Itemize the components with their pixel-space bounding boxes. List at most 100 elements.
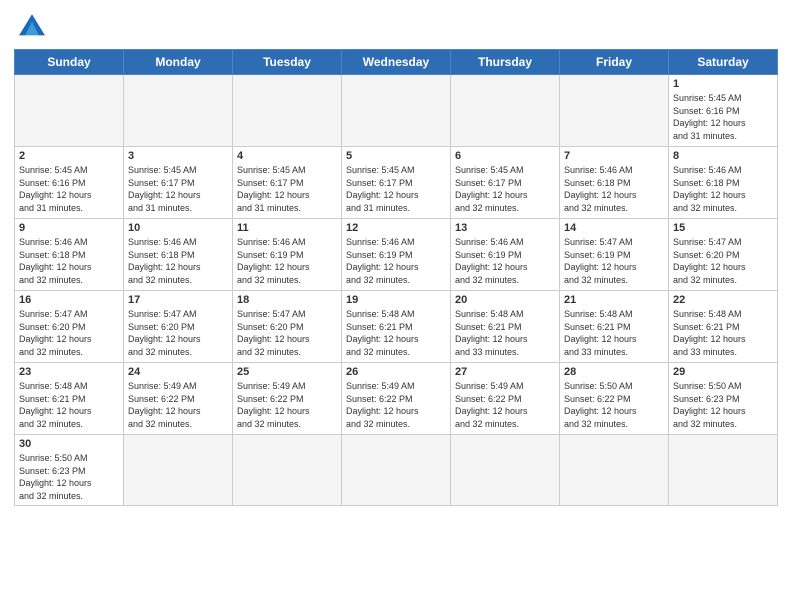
day-info: Sunrise: 5:50 AMSunset: 6:22 PMDaylight:… xyxy=(564,380,664,430)
day-info: Sunrise: 5:46 AMSunset: 6:18 PMDaylight:… xyxy=(128,236,228,286)
day-number: 27 xyxy=(455,366,555,378)
day-number: 17 xyxy=(128,294,228,306)
day-number: 10 xyxy=(128,222,228,234)
day-info: Sunrise: 5:46 AMSunset: 6:19 PMDaylight:… xyxy=(237,236,337,286)
day-info: Sunrise: 5:46 AMSunset: 6:18 PMDaylight:… xyxy=(19,236,119,286)
calendar-cell: 27 Sunrise: 5:49 AMSunset: 6:22 PMDayligh… xyxy=(451,363,560,435)
calendar-cell: 10 Sunrise: 5:46 AMSunset: 6:18 PMDayligh… xyxy=(124,219,233,291)
calendar-cell: 15Sunrise: 5:47 AMSunset: 6:20 PMDayligh… xyxy=(669,219,778,291)
col-header-monday: Monday xyxy=(124,50,233,75)
day-info: Sunrise: 5:45 AMSunset: 6:16 PMDaylight:… xyxy=(19,164,119,214)
col-header-friday: Friday xyxy=(560,50,669,75)
col-header-thursday: Thursday xyxy=(451,50,560,75)
day-info: Sunrise: 5:50 AMSunset: 6:23 PMDaylight:… xyxy=(673,380,773,430)
calendar-cell: 4 Sunrise: 5:45 AMSunset: 6:17 PMDaylight… xyxy=(233,147,342,219)
day-info: Sunrise: 5:49 AMSunset: 6:22 PMDaylight:… xyxy=(346,380,446,430)
day-number: 29 xyxy=(673,366,773,378)
day-info: Sunrise: 5:47 AMSunset: 6:20 PMDaylight:… xyxy=(237,308,337,358)
day-number: 20 xyxy=(455,294,555,306)
day-number: 4 xyxy=(237,150,337,162)
calendar-cell: 19 Sunrise: 5:48 AMSunset: 6:21 PMDayligh… xyxy=(342,291,451,363)
day-number: 26 xyxy=(346,366,446,378)
day-number: 5 xyxy=(346,150,446,162)
week-row-6: 30Sunrise: 5:50 AMSunset: 6:23 PMDayligh… xyxy=(15,435,778,506)
day-number: 25 xyxy=(237,366,337,378)
calendar-cell: 24Sunrise: 5:49 AMSunset: 6:22 PMDayligh… xyxy=(124,363,233,435)
day-number: 9 xyxy=(19,222,119,234)
day-number: 16 xyxy=(19,294,119,306)
day-number: 3 xyxy=(128,150,228,162)
calendar-cell: 9 Sunrise: 5:46 AMSunset: 6:18 PMDaylight… xyxy=(15,219,124,291)
calendar-cell xyxy=(233,75,342,147)
day-info: Sunrise: 5:45 AMSunset: 6:17 PMDaylight:… xyxy=(237,164,337,214)
day-info: Sunrise: 5:47 AMSunset: 6:20 PMDaylight:… xyxy=(128,308,228,358)
day-number: 21 xyxy=(564,294,664,306)
calendar-cell xyxy=(124,75,233,147)
calendar-cell: 22Sunrise: 5:48 AMSunset: 6:21 PMDayligh… xyxy=(669,291,778,363)
day-number: 14 xyxy=(564,222,664,234)
day-info: Sunrise: 5:46 AMSunset: 6:19 PMDaylight:… xyxy=(346,236,446,286)
day-info: Sunrise: 5:48 AMSunset: 6:21 PMDaylight:… xyxy=(346,308,446,358)
day-info: Sunrise: 5:49 AMSunset: 6:22 PMDaylight:… xyxy=(455,380,555,430)
calendar-cell: 17 Sunrise: 5:47 AMSunset: 6:20 PMDayligh… xyxy=(124,291,233,363)
calendar-cell xyxy=(451,435,560,506)
logo-icon xyxy=(16,10,48,38)
calendar-cell xyxy=(560,75,669,147)
calendar-cell: 21 Sunrise: 5:48 AMSunset: 6:21 PMDayligh… xyxy=(560,291,669,363)
calendar-cell: 16Sunrise: 5:47 AMSunset: 6:20 PMDayligh… xyxy=(15,291,124,363)
day-number: 15 xyxy=(673,222,773,234)
col-header-sunday: Sunday xyxy=(15,50,124,75)
calendar-cell: 14 Sunrise: 5:47 AMSunset: 6:19 PMDayligh… xyxy=(560,219,669,291)
day-number: 13 xyxy=(455,222,555,234)
calendar-cell xyxy=(15,75,124,147)
calendar-cell: 28 Sunrise: 5:50 AMSunset: 6:22 PMDayligh… xyxy=(560,363,669,435)
calendar-cell: 26 Sunrise: 5:49 AMSunset: 6:22 PMDayligh… xyxy=(342,363,451,435)
day-number: 19 xyxy=(346,294,446,306)
day-info: Sunrise: 5:45 AMSunset: 6:16 PMDaylight:… xyxy=(673,92,773,142)
day-number: 28 xyxy=(564,366,664,378)
calendar-cell: 18Sunrise: 5:47 AMSunset: 6:20 PMDayligh… xyxy=(233,291,342,363)
col-header-tuesday: Tuesday xyxy=(233,50,342,75)
calendar-cell xyxy=(124,435,233,506)
calendar-table: SundayMondayTuesdayWednesdayThursdayFrid… xyxy=(14,49,778,506)
day-info: Sunrise: 5:48 AMSunset: 6:21 PMDaylight:… xyxy=(564,308,664,358)
day-info: Sunrise: 5:46 AMSunset: 6:18 PMDaylight:… xyxy=(673,164,773,214)
day-number: 12 xyxy=(346,222,446,234)
calendar-cell: 3 Sunrise: 5:45 AMSunset: 6:17 PMDaylight… xyxy=(124,147,233,219)
calendar-cell xyxy=(342,75,451,147)
day-number: 2 xyxy=(19,150,119,162)
day-number: 7 xyxy=(564,150,664,162)
day-info: Sunrise: 5:46 AMSunset: 6:19 PMDaylight:… xyxy=(455,236,555,286)
calendar-cell: 1 Sunrise: 5:45 AMSunset: 6:16 PMDaylight… xyxy=(669,75,778,147)
day-info: Sunrise: 5:49 AMSunset: 6:22 PMDaylight:… xyxy=(128,380,228,430)
week-row-4: 16 Sunrise: 5:47 AMSunset: 6:20 PMDayligh… xyxy=(15,291,778,363)
calendar-cell: 7 Sunrise: 5:46 AMSunset: 6:18 PMDaylight… xyxy=(560,147,669,219)
day-number: 1 xyxy=(673,78,773,90)
day-info: Sunrise: 5:45 AMSunset: 6:17 PMDaylight:… xyxy=(455,164,555,214)
day-info: Sunrise: 5:48 AMSunset: 6:21 PMDaylight:… xyxy=(455,308,555,358)
day-number: 8 xyxy=(673,150,773,162)
day-number: 11 xyxy=(237,222,337,234)
day-info: Sunrise: 5:48 AMSunset: 6:21 PMDaylight:… xyxy=(19,380,119,430)
day-info: Sunrise: 5:48 AMSunset: 6:21 PMDaylight:… xyxy=(673,308,773,358)
day-number: 23 xyxy=(19,366,119,378)
day-info: Sunrise: 5:46 AMSunset: 6:18 PMDaylight:… xyxy=(564,164,664,214)
calendar-cell: 5 Sunrise: 5:45 AMSunset: 6:17 PMDaylight… xyxy=(342,147,451,219)
col-header-saturday: Saturday xyxy=(669,50,778,75)
calendar-cell: 12 Sunrise: 5:46 AMSunset: 6:19 PMDayligh… xyxy=(342,219,451,291)
calendar-cell: 6Sunrise: 5:45 AMSunset: 6:17 PMDaylight… xyxy=(451,147,560,219)
calendar-cell: 8 Sunrise: 5:46 AMSunset: 6:18 PMDaylight… xyxy=(669,147,778,219)
logo xyxy=(14,10,48,43)
week-row-2: 2 Sunrise: 5:45 AMSunset: 6:16 PMDaylight… xyxy=(15,147,778,219)
day-info: Sunrise: 5:50 AMSunset: 6:23 PMDaylight:… xyxy=(19,452,119,502)
calendar-cell: 2 Sunrise: 5:45 AMSunset: 6:16 PMDaylight… xyxy=(15,147,124,219)
calendar-cell xyxy=(669,435,778,506)
day-info: Sunrise: 5:45 AMSunset: 6:17 PMDaylight:… xyxy=(128,164,228,214)
day-info: Sunrise: 5:45 AMSunset: 6:17 PMDaylight:… xyxy=(346,164,446,214)
calendar-cell xyxy=(560,435,669,506)
header-row: SundayMondayTuesdayWednesdayThursdayFrid… xyxy=(15,50,778,75)
calendar-cell: 11 Sunrise: 5:46 AMSunset: 6:19 PMDayligh… xyxy=(233,219,342,291)
day-info: Sunrise: 5:47 AMSunset: 6:19 PMDaylight:… xyxy=(564,236,664,286)
calendar-cell: 23 Sunrise: 5:48 AMSunset: 6:21 PMDayligh… xyxy=(15,363,124,435)
header xyxy=(14,10,778,43)
